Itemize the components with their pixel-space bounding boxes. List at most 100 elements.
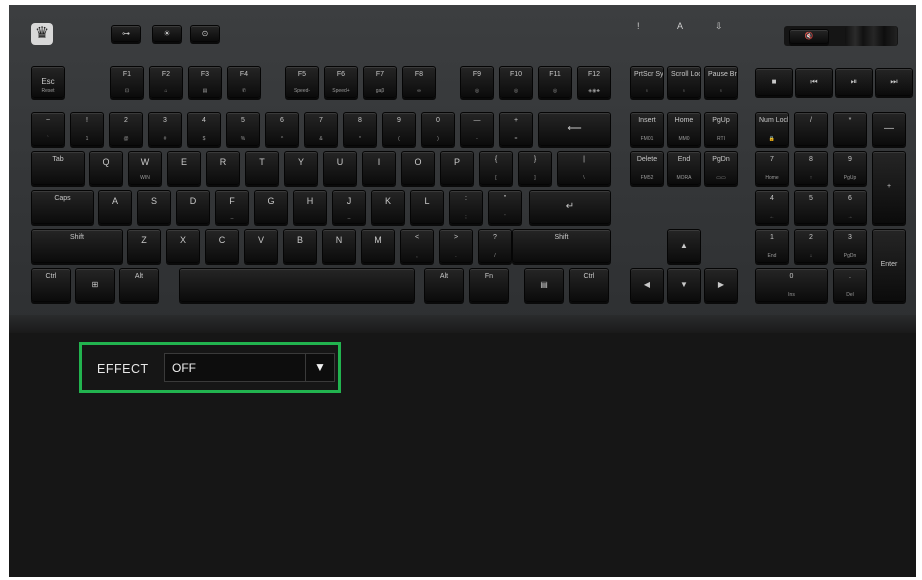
key-n8k[interactable]: 8 ↑ bbox=[794, 151, 828, 185]
key-n5k[interactable]: 5 bbox=[794, 190, 828, 224]
key-down[interactable]: ▼ bbox=[667, 268, 701, 302]
key-nsub[interactable]: — bbox=[872, 112, 906, 146]
key-n3[interactable]: 3 # bbox=[148, 112, 182, 146]
key-ralt[interactable]: Alt bbox=[424, 268, 464, 302]
key-f10[interactable]: F10 ◎ bbox=[499, 66, 533, 98]
media-play-key[interactable]: ⏯ bbox=[835, 68, 873, 96]
key-n0k[interactable]: 0 Ins bbox=[755, 268, 828, 302]
key-end[interactable]: End MORA bbox=[667, 151, 701, 185]
key-right[interactable]: ▶ bbox=[704, 268, 738, 302]
key-left[interactable]: ◀ bbox=[630, 268, 664, 302]
key-g[interactable]: G bbox=[254, 190, 288, 224]
key-n3k[interactable]: 3 PgDn bbox=[833, 229, 867, 263]
key-ss[interactable]: S bbox=[137, 190, 171, 224]
key-ins[interactable]: Insert FM01 bbox=[630, 112, 664, 146]
key-f1[interactable]: F1 ⊡ bbox=[110, 66, 144, 98]
key-w[interactable]: W WIN bbox=[128, 151, 162, 185]
key-n2k[interactable]: 2 ↓ bbox=[794, 229, 828, 263]
key-ndiv[interactable]: / bbox=[794, 112, 828, 146]
key-esc[interactable]: Esc Reset bbox=[31, 66, 65, 98]
key-n4[interactable]: 4 $ bbox=[187, 112, 221, 146]
key-f2[interactable]: F2 ⌂ bbox=[149, 66, 183, 98]
key-n9[interactable]: 9( bbox=[382, 112, 416, 146]
key-c[interactable]: C bbox=[205, 229, 239, 263]
key-lbr[interactable]: {[ bbox=[479, 151, 513, 185]
key-rshift[interactable]: Shift bbox=[512, 229, 611, 263]
key-f[interactable]: F _ bbox=[215, 190, 249, 224]
key-r[interactable]: R bbox=[206, 151, 240, 185]
key-n7[interactable]: 7 & bbox=[304, 112, 338, 146]
key-caps[interactable]: Caps bbox=[31, 190, 94, 224]
key-pgdn[interactable]: PgDn ▭▭ bbox=[704, 151, 738, 185]
key-ndot[interactable]: . Del bbox=[833, 268, 867, 302]
key-a[interactable]: A bbox=[98, 190, 132, 224]
key-tb2[interactable]: ☀ bbox=[152, 25, 182, 42]
key-i[interactable]: I bbox=[362, 151, 396, 185]
key-n8[interactable]: 8 * bbox=[343, 112, 377, 146]
key-minus[interactable]: — - bbox=[460, 112, 494, 146]
key-space[interactable] bbox=[179, 268, 415, 302]
key-quote[interactable]: " ' bbox=[488, 190, 522, 224]
media-stop-key[interactable]: ■ bbox=[755, 68, 793, 96]
key-nadd[interactable]: + bbox=[872, 151, 906, 224]
key-bsl[interactable]: | \ bbox=[557, 151, 611, 185]
key-up[interactable]: ▲ bbox=[667, 229, 701, 263]
key-n2[interactable]: 2 @ bbox=[109, 112, 143, 146]
key-semi[interactable]: :; bbox=[449, 190, 483, 224]
key-f5[interactable]: F5 Speed- bbox=[285, 66, 319, 98]
key-n5[interactable]: 5% bbox=[226, 112, 260, 146]
key-h[interactable]: H bbox=[293, 190, 327, 224]
key-numlk[interactable]: Num Lock 🔒 bbox=[755, 112, 789, 146]
key-dot[interactable]: >. bbox=[439, 229, 473, 263]
key-lshift[interactable]: Shift bbox=[31, 229, 123, 263]
key-n1[interactable]: ! 1 bbox=[70, 112, 104, 146]
key-f8[interactable]: F8 ∞ bbox=[402, 66, 436, 98]
effect-dropdown[interactable]: OFF ▼ bbox=[164, 353, 335, 382]
key-f11[interactable]: F11 ◎ bbox=[538, 66, 572, 98]
mute-key[interactable]: 🔇 bbox=[789, 29, 829, 44]
key-f6[interactable]: F6 Speed+ bbox=[324, 66, 358, 98]
key-u[interactable]: U bbox=[323, 151, 357, 185]
key-win[interactable]: ⊞ bbox=[75, 268, 115, 302]
key-enter[interactable]: ↵ bbox=[529, 190, 611, 224]
key-lalt[interactable]: Alt bbox=[119, 268, 159, 302]
key-tb1[interactable]: ⊶ bbox=[111, 25, 141, 42]
key-pgup[interactable]: PgUp RTI bbox=[704, 112, 738, 146]
key-n[interactable]: N bbox=[322, 229, 356, 263]
key-plus[interactable]: + = bbox=[499, 112, 533, 146]
key-tb3[interactable]: ⊙ bbox=[190, 25, 220, 42]
key-t[interactable]: T bbox=[245, 151, 279, 185]
key-o[interactable]: O bbox=[401, 151, 435, 185]
key-x[interactable]: X bbox=[166, 229, 200, 263]
key-q[interactable]: Q bbox=[89, 151, 123, 185]
key-rbr[interactable]: }] bbox=[518, 151, 552, 185]
key-y[interactable]: Y bbox=[284, 151, 318, 185]
key-v[interactable]: V bbox=[244, 229, 278, 263]
key-lctrl[interactable]: Ctrl bbox=[31, 268, 71, 302]
key-n4k[interactable]: 4 ← bbox=[755, 190, 789, 224]
media-next-key[interactable]: ⏭ bbox=[875, 68, 913, 96]
key-tilde[interactable]: ~ ` bbox=[31, 112, 65, 146]
key-e[interactable]: E bbox=[167, 151, 201, 185]
key-slash[interactable]: ? / bbox=[478, 229, 512, 263]
key-n0[interactable]: 0) bbox=[421, 112, 455, 146]
key-rctrl[interactable]: Ctrl bbox=[569, 268, 609, 302]
key-n6k[interactable]: 6 → bbox=[833, 190, 867, 224]
key-z[interactable]: Z bbox=[127, 229, 161, 263]
key-pause[interactable]: Pause Break ♁ bbox=[704, 66, 738, 98]
key-f3[interactable]: F3 ▤ bbox=[188, 66, 222, 98]
key-menu[interactable]: ▤ bbox=[524, 268, 564, 302]
key-f12[interactable]: F12 ◈◉♣ bbox=[577, 66, 611, 98]
key-k[interactable]: K bbox=[371, 190, 405, 224]
key-d[interactable]: D bbox=[176, 190, 210, 224]
volume-wheel[interactable] bbox=[845, 26, 897, 46]
key-scrlk[interactable]: Scroll Lock ♁ bbox=[667, 66, 701, 98]
key-pp[interactable]: P bbox=[440, 151, 474, 185]
key-bksp[interactable]: ⟵ bbox=[538, 112, 611, 146]
key-n1k[interactable]: 1 End bbox=[755, 229, 789, 263]
key-del[interactable]: Delete FM52 bbox=[630, 151, 664, 185]
key-b[interactable]: B bbox=[283, 229, 317, 263]
key-f4[interactable]: F4 ✆ bbox=[227, 66, 261, 98]
key-nent[interactable]: Enter bbox=[872, 229, 906, 302]
key-home[interactable]: Home MM0 bbox=[667, 112, 701, 146]
